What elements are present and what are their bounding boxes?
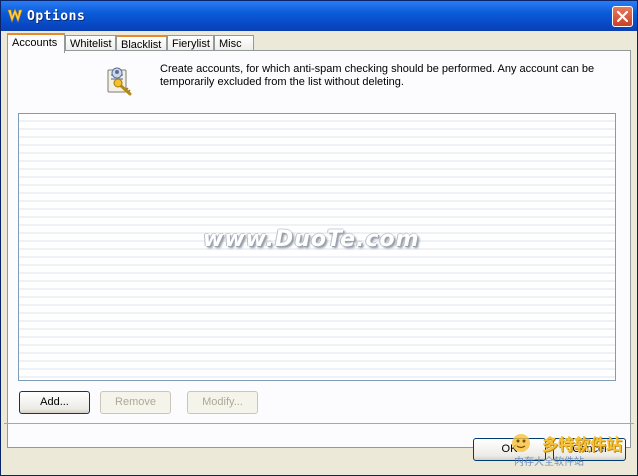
accounts-panel: Create accounts, for which anti-spam che… [7,50,631,448]
close-icon [617,11,628,22]
accounts-list[interactable]: www.DuoTe.com [18,113,616,381]
account-key-icon [107,67,132,96]
options-window: Options Accounts Whitelist Blacklist Fie… [0,0,638,476]
title-bar[interactable]: Options [1,1,637,31]
accounts-description: Create accounts, for which anti-spam che… [160,63,595,88]
app-logo-icon [7,8,23,23]
watermark-text: www.DuoTe.com [203,227,420,252]
tab-accounts[interactable]: Accounts [7,33,65,53]
close-button[interactable] [612,6,633,27]
dialog-client-area: Accounts Whitelist Blacklist Fierylist M… [4,31,634,473]
window-title: Options [27,9,86,24]
ok-button[interactable]: OK [473,438,546,461]
cancel-button[interactable]: Cancel [553,438,626,461]
modify-button[interactable]: Modify... [187,391,258,414]
remove-button[interactable]: Remove [100,391,171,414]
footer-separator [4,423,634,424]
add-button[interactable]: Add... [19,391,90,414]
